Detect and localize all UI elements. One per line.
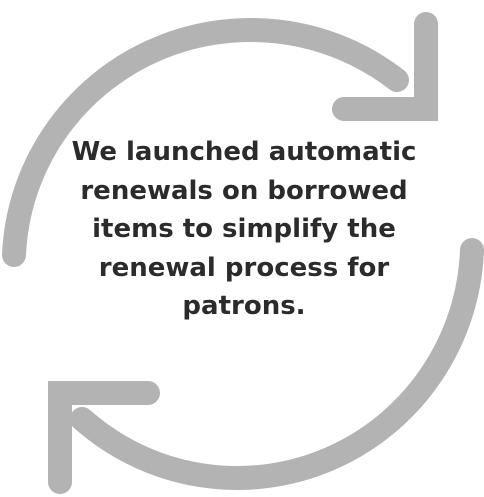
renewal-message: We launched automatic renewals on borrow… [71, 137, 417, 321]
renewal-cycle-diagram: We launched automatic renewals on borrow… [0, 0, 484, 497]
